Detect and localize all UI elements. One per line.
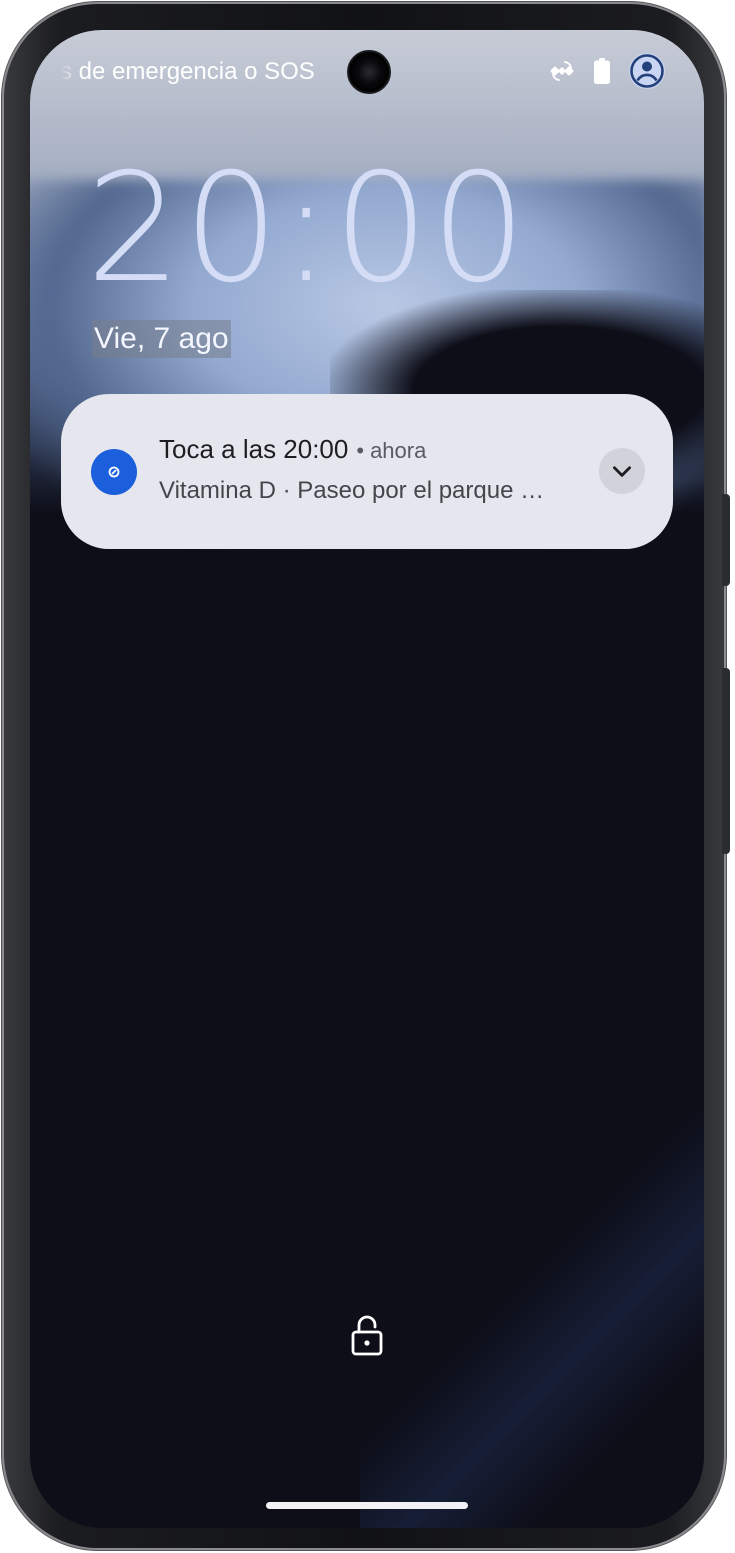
reminder-app-icon xyxy=(91,449,137,495)
account-icon[interactable] xyxy=(628,52,666,90)
home-indicator[interactable] xyxy=(266,1502,468,1509)
lock-icon[interactable] xyxy=(350,1314,384,1356)
notification-separator: • xyxy=(356,438,365,463)
notification-header: Toca a las 20:00 • ahora xyxy=(159,434,426,465)
phone-frame: s de emergencia o SOS 20:00 Vie, 7 ago T… xyxy=(2,2,730,1550)
chevron-down-icon xyxy=(613,466,631,477)
status-bar: s de emergencia o SOS xyxy=(30,50,704,94)
front-camera xyxy=(347,50,391,94)
volume-button xyxy=(722,494,730,586)
lock-clock: 20:00 xyxy=(86,142,529,316)
pill-icon xyxy=(108,466,120,478)
notification-expand-button[interactable] xyxy=(599,448,645,494)
reminder-notification[interactable]: Toca a las 20:00 • ahora Vitamina D · Pa… xyxy=(61,394,673,549)
battery-icon xyxy=(594,58,610,84)
notification-body: Vitamina D · Paseo por el parque … xyxy=(159,477,545,504)
status-icons xyxy=(548,52,666,90)
notification-time: ahora xyxy=(370,438,427,463)
lock-screen: s de emergencia o SOS 20:00 Vie, 7 ago T… xyxy=(30,30,704,1528)
satellite-icon xyxy=(550,61,574,81)
wallpaper-streak xyxy=(360,1110,704,1528)
status-scrolling-text: s de emergencia o SOS xyxy=(60,58,315,85)
notification-title: Toca a las 20:00 xyxy=(159,434,349,464)
power-button xyxy=(722,668,730,854)
lock-date[interactable]: Vie, 7 ago xyxy=(92,320,231,358)
